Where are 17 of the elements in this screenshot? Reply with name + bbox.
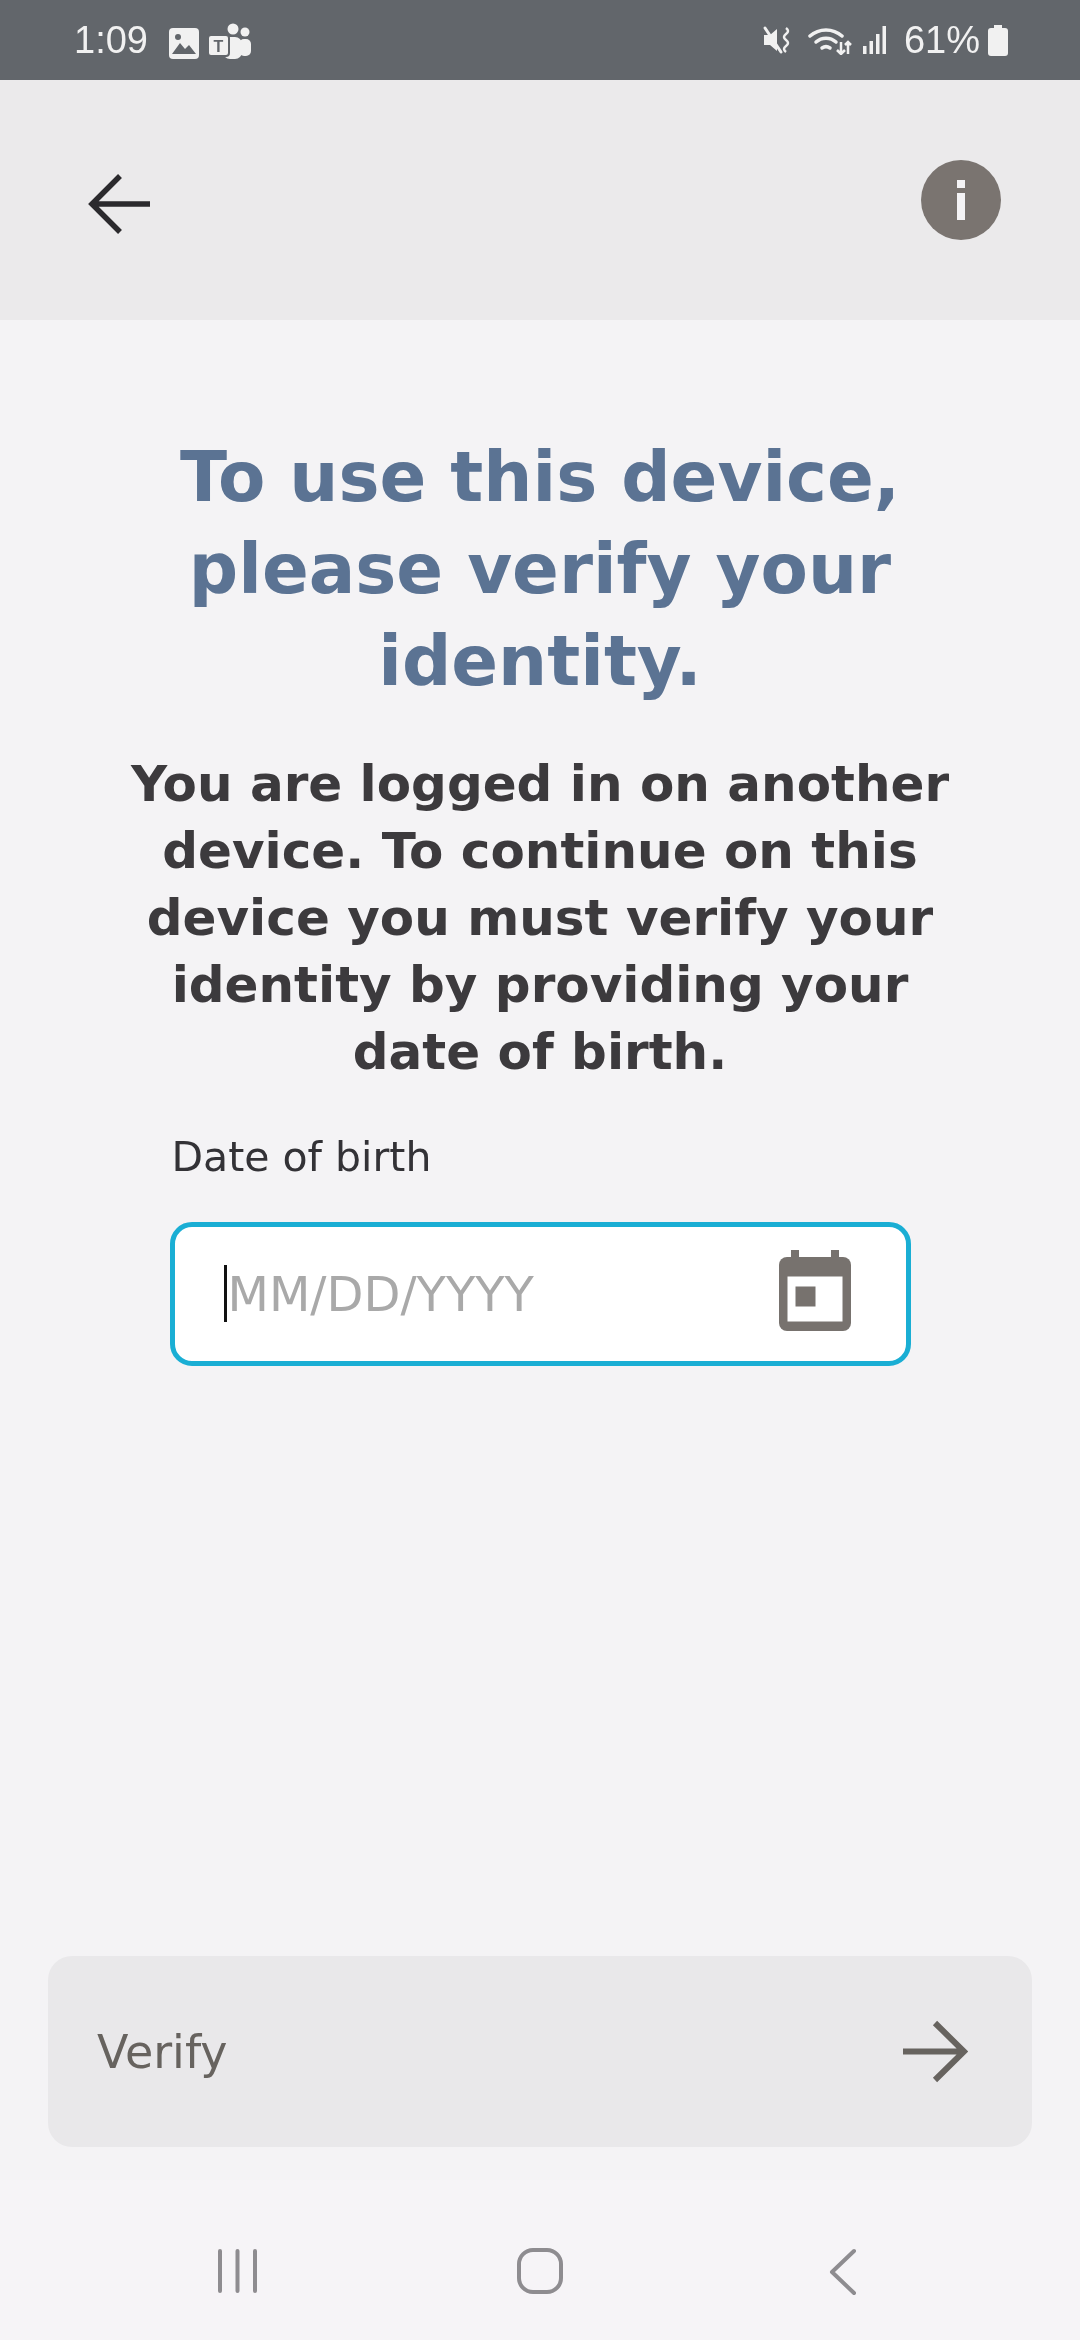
calendar-icon[interactable] xyxy=(778,1250,851,1331)
recents-icon[interactable] xyxy=(216,2248,258,2294)
status-time: 1:09 xyxy=(74,18,148,62)
page-title: To use this device, please verify your identity. xyxy=(179,436,901,703)
field-label: Date of birth xyxy=(171,1132,432,1183)
back-icon[interactable] xyxy=(829,2248,857,2296)
info-icon[interactable] xyxy=(921,160,1001,240)
wifi-icon xyxy=(807,25,852,55)
verification-message: You are logged in on another device. To continue on this device you must verify your identity by providing your date of birth. xyxy=(129,754,951,1083)
image-icon xyxy=(168,27,199,59)
battery-percentage: 61% xyxy=(903,18,980,62)
back-arrow-icon[interactable] xyxy=(88,172,152,236)
date-input-field[interactable]: MM/DD/YYYY xyxy=(169,1222,911,1366)
home-icon[interactable] xyxy=(517,2248,563,2294)
signal-icon xyxy=(861,26,888,54)
arrow-right-icon xyxy=(903,2020,968,2083)
battery-icon xyxy=(988,24,1008,56)
